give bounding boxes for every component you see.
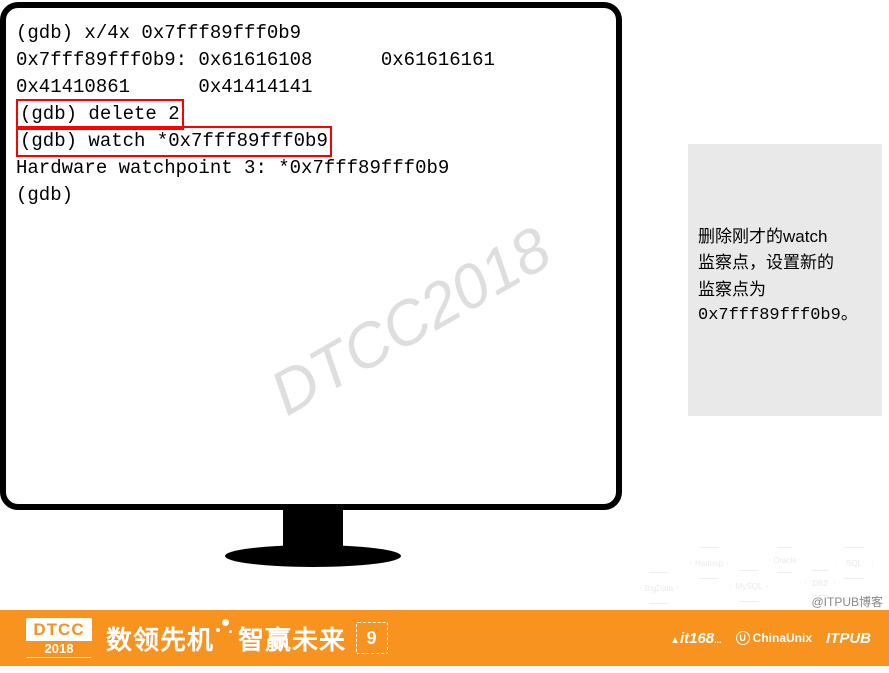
hex-item: Oracle	[770, 547, 800, 573]
monitor-stand-neck	[283, 510, 343, 550]
dtcc-badge: DTCC 2018	[26, 618, 92, 658]
highlight-watch: (gdb) watch *0x7fff89fff0b9	[16, 126, 332, 157]
sponsor-chinaunix: UChinaUnix	[736, 631, 812, 645]
gdb-line-highlight: (gdb) delete 2	[16, 101, 606, 128]
slogan-part-a: 数领先机	[106, 620, 214, 657]
hex-item: MySQL	[730, 570, 768, 602]
note-line: 监察点，设置新的	[698, 250, 874, 276]
gdb-line-highlight: (gdb) watch *0x7fff89fff0b9	[16, 128, 606, 155]
badge-year: 2018	[26, 641, 92, 657]
gdb-line: 0x41410861 0x41414141	[16, 74, 606, 101]
hex-item: BigData	[640, 572, 678, 604]
sponsors-row: ▲it168... UChinaUnix ITPUB	[670, 630, 871, 647]
side-explanation: 删除刚才的watch 监察点，设置新的 监察点为 0x7fff89fff0b9。	[688, 144, 882, 416]
monitor-stand-base	[225, 545, 401, 567]
sponsor-it168: ▲it168...	[670, 630, 722, 647]
monitor-screen: (gdb) x/4x 0x7fff89fff0b9 0x7fff89fff0b9…	[0, 2, 622, 510]
note-line: 监察点为	[698, 277, 874, 303]
badge-title: DTCC	[33, 621, 84, 638]
slogan-part-b: 智赢未来	[238, 620, 346, 657]
dots-icon	[216, 619, 236, 645]
terminal-output: (gdb) x/4x 0x7fff89fff0b9 0x7fff89fff0b9…	[6, 8, 616, 504]
sponsor-itpub: ITPUB	[826, 630, 871, 647]
gdb-line: (gdb)	[16, 182, 606, 209]
gdb-line: 0x7fff89fff0b9: 0x61616108 0x61616161	[16, 47, 606, 74]
note-line: 0x7fff89fff0b9。	[698, 303, 874, 329]
hex-item: Hadoop	[690, 547, 728, 579]
watermark-text: DTCC2018	[255, 206, 568, 437]
footer-bar: DTCC 2018 数领先机 智赢未来 9 ▲it168... UChinaUn…	[0, 610, 889, 666]
slogan-number: 9	[356, 622, 388, 654]
gdb-line: Hardware watchpoint 3: *0x7fff89fff0b9	[16, 155, 606, 182]
gdb-line: (gdb) x/4x 0x7fff89fff0b9	[16, 20, 606, 47]
footer-slogan: 数领先机 智赢未来 9	[106, 619, 388, 657]
note-line: 删除刚才的watch	[698, 224, 874, 250]
credit-text: @ITPUB博客	[811, 593, 883, 610]
hex-item: SQL	[835, 547, 873, 579]
